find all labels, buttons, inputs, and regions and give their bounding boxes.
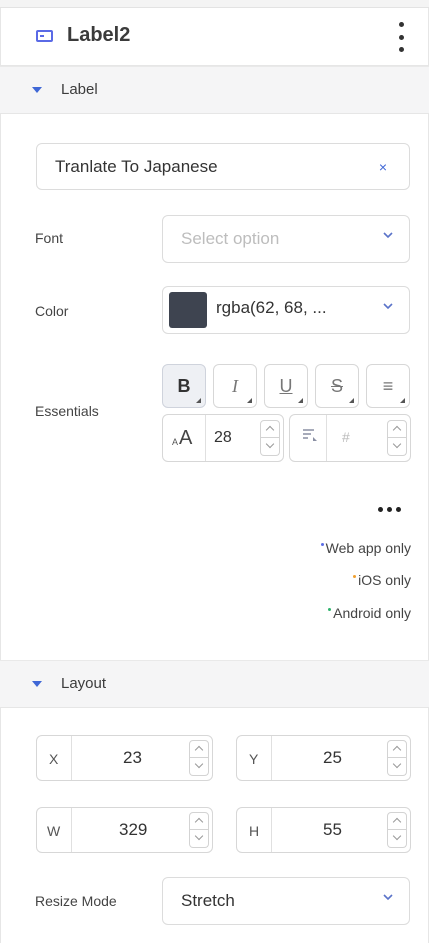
y-value: 25	[323, 748, 342, 767]
increment-button[interactable]	[387, 740, 407, 758]
component-title: Label2	[67, 24, 131, 46]
ios-note-text: iOS only	[358, 572, 411, 588]
line-height-stepper[interactable]	[387, 420, 407, 456]
h-field[interactable]: H 55	[236, 807, 411, 853]
increment-button[interactable]	[387, 812, 407, 830]
italic-glyph: I	[232, 376, 238, 396]
corner-indicator	[196, 398, 201, 403]
android-only-note: Android only	[328, 605, 411, 621]
layout-section-header[interactable]: Layout	[0, 660, 429, 708]
font-size-value: 28	[214, 429, 232, 446]
increment-button[interactable]	[260, 420, 280, 438]
font-label: Font	[35, 230, 64, 246]
w-value: 329	[119, 820, 148, 839]
more-options-icon[interactable]	[371, 500, 407, 518]
divider	[271, 736, 272, 780]
w-field[interactable]: W 329	[36, 807, 213, 853]
bold-button[interactable]: B	[162, 364, 206, 408]
decrement-button[interactable]	[189, 758, 209, 776]
layout-section-title: Layout	[61, 675, 107, 692]
decrement-button[interactable]	[189, 830, 209, 848]
chevron-down-icon	[383, 232, 393, 242]
label-text-input[interactable]: Tranlate To Japanese ×	[36, 143, 410, 190]
line-height-placeholder: #	[342, 429, 350, 445]
y-label: Y	[249, 751, 259, 767]
font-size-small-glyph: A	[172, 437, 179, 447]
font-size-icon: A	[179, 427, 193, 449]
font-size-stepper[interactable]	[260, 420, 280, 456]
w-stepper[interactable]	[189, 812, 209, 848]
y-field[interactable]: Y 25	[236, 735, 411, 781]
corner-indicator	[400, 398, 405, 403]
h-stepper[interactable]	[387, 812, 407, 848]
h-label: H	[249, 823, 260, 839]
align-icon: ≡	[382, 376, 394, 396]
label-section-title: Label	[61, 81, 98, 98]
divider	[271, 808, 272, 852]
collapse-caret-icon	[32, 681, 42, 687]
strikethrough-button[interactable]: S	[315, 364, 359, 408]
divider	[71, 808, 72, 852]
color-swatch	[169, 292, 207, 328]
decrement-button[interactable]	[387, 758, 407, 776]
decrement-button[interactable]	[387, 830, 407, 848]
increment-button[interactable]	[189, 812, 209, 830]
web-app-only-note: Web app only	[320, 540, 411, 556]
kebab-menu-icon[interactable]	[397, 22, 405, 52]
chevron-down-icon	[383, 894, 393, 904]
divider	[71, 736, 72, 780]
increment-button[interactable]	[387, 420, 407, 438]
resize-mode-label: Resize Mode	[35, 893, 117, 909]
resize-mode-value: Stretch	[181, 891, 235, 910]
italic-button[interactable]: I	[213, 364, 257, 408]
x-field[interactable]: X 23	[36, 735, 213, 781]
font-select[interactable]: Select option	[162, 215, 410, 263]
corner-indicator	[349, 398, 354, 403]
color-value: rgba(62, 68, ...	[216, 298, 327, 317]
label-component-icon	[36, 30, 53, 42]
color-label: Color	[35, 303, 69, 319]
resize-mode-select[interactable]: Stretch	[162, 877, 410, 925]
x-label: X	[49, 751, 59, 767]
top-strip	[0, 0, 429, 8]
divider	[326, 415, 327, 461]
label-text-value: Tranlate To Japanese	[55, 157, 218, 176]
ios-dot-icon	[353, 575, 357, 578]
collapse-caret-icon	[32, 87, 42, 93]
panel-header: Label2	[0, 8, 429, 66]
x-value: 23	[123, 748, 142, 767]
underline-glyph: U	[279, 376, 293, 396]
font-size-field[interactable]: A A 28	[162, 414, 284, 462]
android-note-text: Android only	[333, 605, 411, 621]
essentials-label: Essentials	[35, 403, 99, 419]
text-align-button[interactable]: ≡	[366, 364, 410, 408]
color-select[interactable]: rgba(62, 68, ...	[162, 286, 410, 334]
web-dot-icon	[320, 543, 324, 546]
decrement-button[interactable]	[387, 438, 407, 456]
increment-button[interactable]	[189, 740, 209, 758]
strikethrough-glyph: S	[330, 376, 343, 396]
w-label: W	[47, 823, 61, 839]
android-dot-icon	[328, 608, 332, 611]
y-stepper[interactable]	[387, 740, 407, 776]
web-note-text: Web app only	[325, 540, 411, 556]
line-height-field[interactable]: #	[289, 414, 411, 462]
font-select-placeholder: Select option	[181, 229, 280, 248]
h-value: 55	[323, 820, 342, 839]
corner-indicator	[298, 398, 303, 403]
clear-text-icon[interactable]: ×	[379, 159, 387, 175]
ios-only-note: iOS only	[353, 572, 411, 588]
decrement-button[interactable]	[260, 438, 280, 456]
panel-left-border	[0, 0, 1, 943]
x-stepper[interactable]	[189, 740, 209, 776]
label-section-header[interactable]: Label	[0, 66, 429, 114]
divider	[205, 415, 206, 461]
bold-glyph: B	[177, 376, 191, 396]
underline-button[interactable]: U	[264, 364, 308, 408]
corner-indicator	[247, 398, 252, 403]
chevron-down-icon	[383, 303, 393, 313]
line-height-icon	[302, 428, 317, 442]
